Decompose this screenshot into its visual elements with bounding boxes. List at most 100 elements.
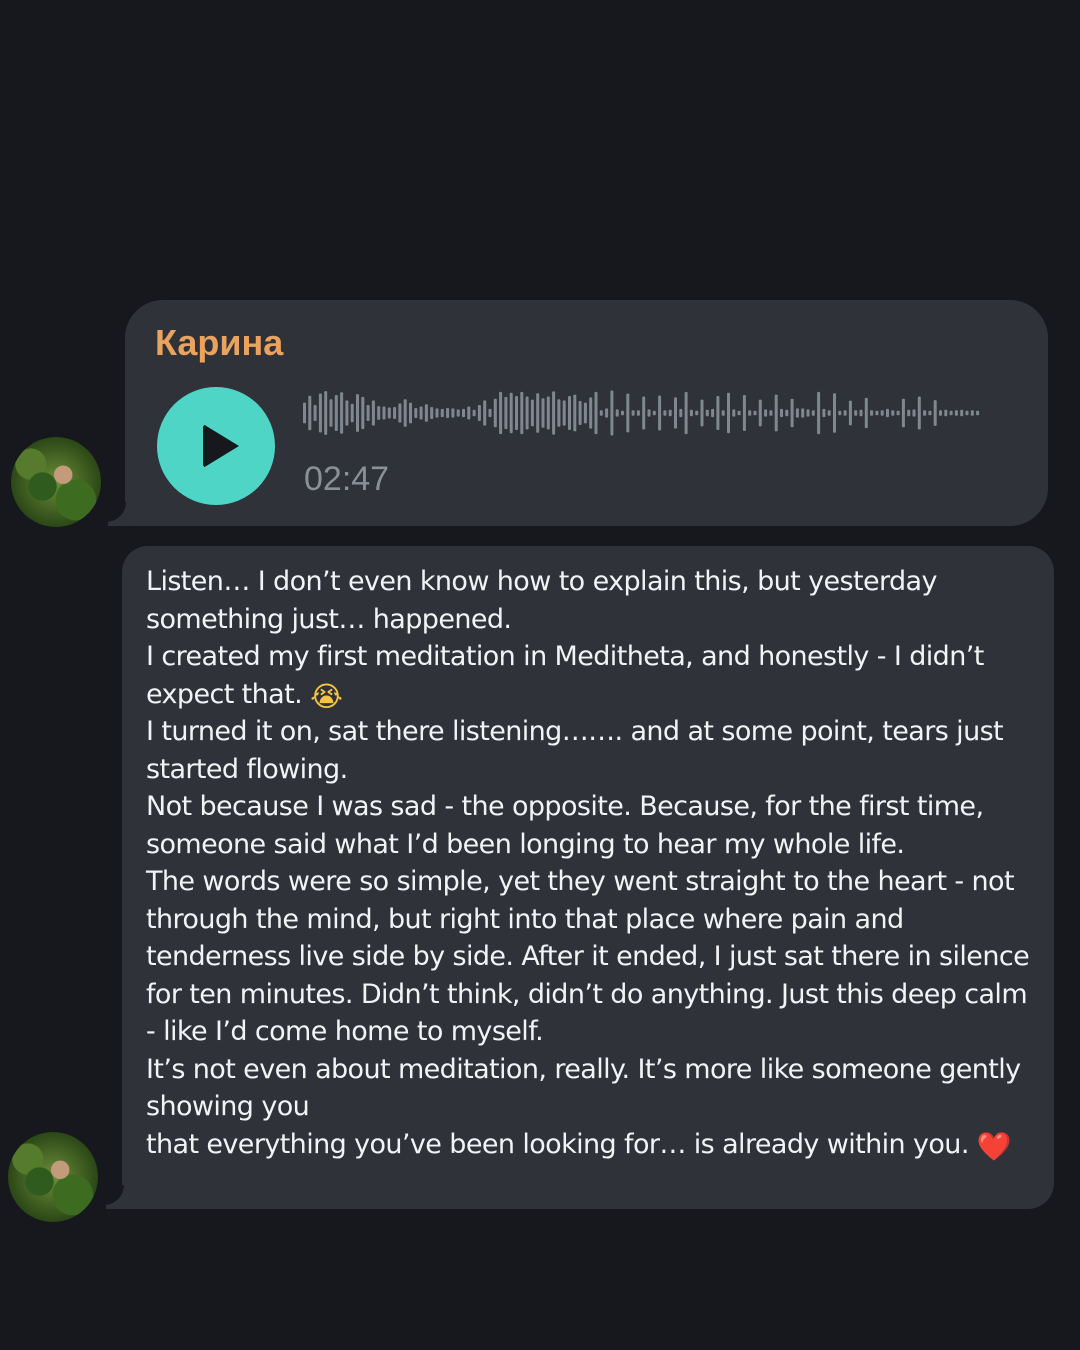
waveform-bar <box>568 395 571 431</box>
message-paragraph-text: I created my first meditation in Medithe… <box>146 641 984 710</box>
waveform-bar <box>811 410 815 416</box>
waveform-bar <box>732 409 736 417</box>
waveform-bar <box>594 391 598 435</box>
waveform-bar <box>674 397 677 429</box>
waveform-bar <box>817 391 821 435</box>
waveform-bar <box>345 400 349 426</box>
sender-avatar[interactable] <box>8 1132 98 1222</box>
waveform-bar <box>483 400 487 426</box>
waveform-bar <box>785 409 789 417</box>
waveform-bar <box>626 393 630 433</box>
audio-waveform[interactable] <box>303 390 1023 436</box>
sender-avatar[interactable] <box>11 437 101 527</box>
voice-message-bubble: Карина 02:47 <box>125 300 1048 526</box>
waveform-bar <box>907 409 911 417</box>
waveform-bar <box>764 409 768 417</box>
waveform-bar <box>430 407 434 419</box>
text-message-bubble: Listen… I don’t even know how to explain… <box>122 546 1054 1209</box>
waveform-bar <box>896 410 900 416</box>
waveform-bar <box>970 410 974 416</box>
message-text[interactable]: Listen… I don’t even know how to explain… <box>146 563 1040 1163</box>
waveform-bar <box>605 408 609 418</box>
waveform-bar <box>424 404 428 422</box>
waveform-bar <box>393 407 397 419</box>
waveform-bar <box>976 410 980 416</box>
waveform-bar <box>795 408 799 418</box>
waveform-bar <box>705 409 709 417</box>
waveform-bar <box>536 393 540 433</box>
waveform-bar <box>774 394 778 432</box>
waveform-bar <box>552 391 556 435</box>
waveform-bar <box>939 410 942 416</box>
waveform-bar <box>419 406 423 420</box>
audio-duration: 02:47 <box>304 460 390 498</box>
waveform-bar <box>621 410 624 416</box>
message-paragraph: I created my first meditation in Medithe… <box>146 638 1040 713</box>
waveform-bar <box>340 392 344 434</box>
waveform-bar <box>854 410 858 416</box>
waveform-bar <box>334 395 338 431</box>
waveform-bar <box>965 410 969 416</box>
waveform-bar <box>663 410 667 416</box>
waveform-bar <box>780 408 783 418</box>
crying-face-icon: 😭 <box>310 679 343 713</box>
waveform-bar <box>859 409 863 417</box>
waveform-bar <box>679 408 683 418</box>
waveform-bar <box>949 410 953 416</box>
waveform-bar <box>631 410 635 416</box>
waveform-bar <box>541 398 545 428</box>
play-button[interactable] <box>157 387 275 505</box>
waveform-bar <box>440 408 444 418</box>
waveform-bar <box>700 399 704 427</box>
message-paragraph: The words were so simple, yet they went … <box>146 866 1030 1047</box>
waveform-bar <box>398 403 402 423</box>
waveform-bar <box>520 391 524 435</box>
waveform-bar <box>870 410 874 416</box>
waveform-bar <box>589 397 593 429</box>
waveform-bar <box>456 409 460 417</box>
message-tail <box>104 1185 130 1209</box>
waveform-bar <box>488 408 492 418</box>
waveform-bar <box>493 398 497 428</box>
waveform-bar <box>557 399 561 427</box>
waveform-bar <box>525 396 529 430</box>
waveform-bar <box>833 393 836 433</box>
waveform-bar <box>901 398 905 428</box>
waveform-bar <box>758 399 762 427</box>
waveform-bar <box>610 390 614 436</box>
waveform-bar <box>769 410 773 416</box>
waveform-bar <box>324 391 328 435</box>
waveform-bar <box>303 402 306 424</box>
waveform-bar <box>499 391 503 435</box>
waveform-bar <box>642 396 646 430</box>
waveform-bar <box>806 409 810 417</box>
waveform-bar <box>684 391 688 435</box>
waveform-bar <box>387 407 391 419</box>
waveform-bar <box>615 409 619 417</box>
waveform-bar <box>843 410 847 416</box>
waveform-bar <box>382 406 386 420</box>
waveform-bar <box>546 396 550 430</box>
heart-icon: ❤️ <box>976 1129 1012 1163</box>
waveform-bar <box>658 395 662 431</box>
waveform-bar <box>350 403 354 423</box>
waveform-bar <box>652 410 656 416</box>
waveform-bar <box>801 408 805 418</box>
waveform-bar <box>737 410 741 416</box>
waveform-bar <box>308 395 312 431</box>
waveform-bar <box>562 400 566 426</box>
waveform-bar <box>451 408 455 418</box>
waveform-bar <box>403 399 407 427</box>
waveform-bar <box>573 394 577 432</box>
waveform-bar <box>509 392 513 434</box>
message-paragraph: I turned it on, sat there listening……. a… <box>146 716 1004 785</box>
message-paragraph-text: that everything you’ve been looking for…… <box>146 1128 969 1160</box>
sender-name[interactable]: Карина <box>155 322 283 364</box>
waveform-bar <box>361 396 365 430</box>
waveform-bar <box>647 409 651 417</box>
message-paragraph: It’s not even about meditation, really. … <box>146 1053 1021 1123</box>
waveform-bar <box>886 408 889 418</box>
waveform-bar <box>371 400 375 426</box>
waveform-bar <box>827 410 831 416</box>
waveform-bar <box>848 400 852 426</box>
